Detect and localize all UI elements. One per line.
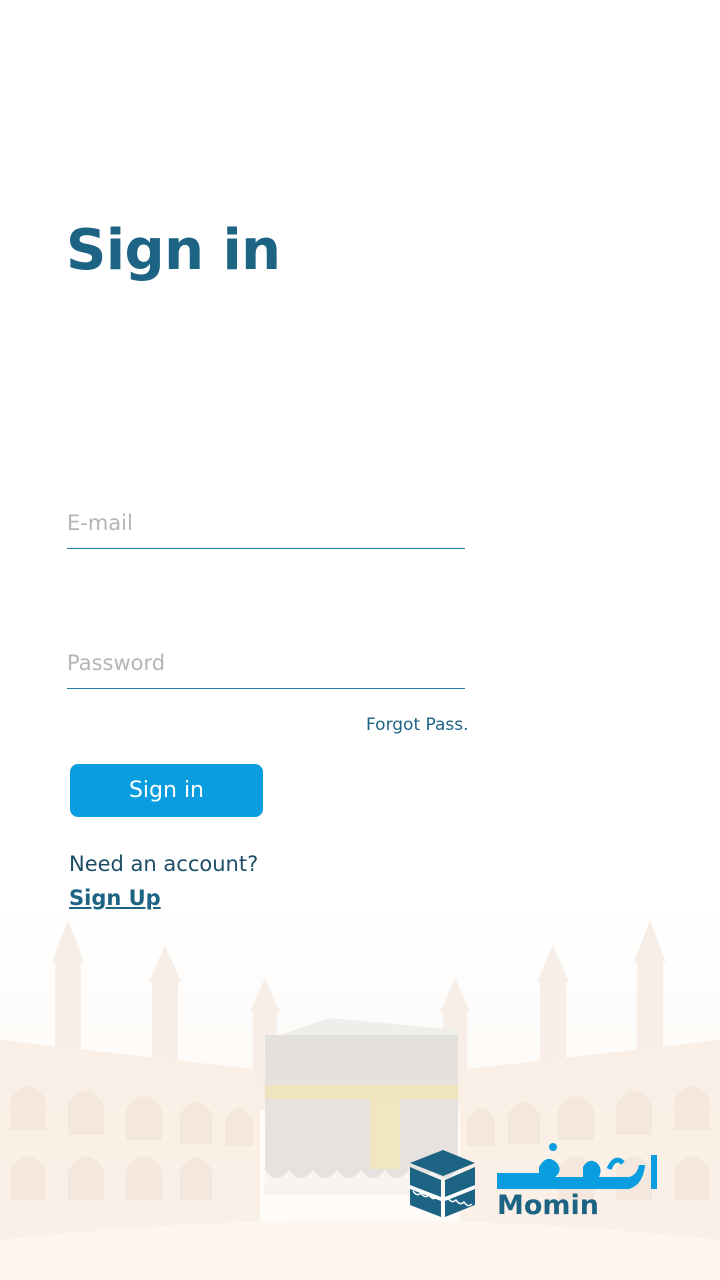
sign-up-link[interactable]: Sign Up xyxy=(69,886,161,910)
forgot-password-link[interactable]: Forgot Pass. xyxy=(366,715,469,735)
need-account-text: Need an account? xyxy=(69,852,259,876)
brand-name: Momin xyxy=(497,1190,600,1221)
email-field-container xyxy=(67,498,465,549)
password-input[interactable] xyxy=(67,638,465,688)
page-title: Sign in xyxy=(66,218,281,283)
arabic-calligraphy-mark xyxy=(497,1143,657,1189)
password-field-container xyxy=(67,638,465,689)
kaaba-logo-icon xyxy=(410,1150,475,1217)
email-input[interactable] xyxy=(67,498,465,548)
sign-in-button[interactable]: Sign in xyxy=(70,764,263,817)
